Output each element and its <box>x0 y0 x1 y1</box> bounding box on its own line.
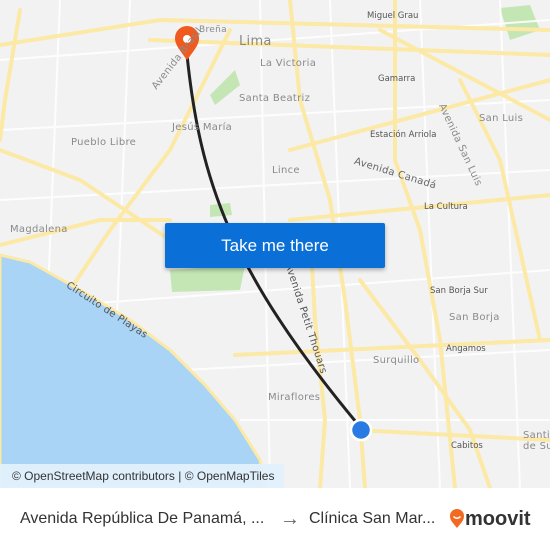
map-label: Estación Arriola <box>370 130 437 140</box>
map-attribution[interactable]: © OpenStreetMap contributors | © OpenMap… <box>0 464 285 488</box>
map-label: Cabitos <box>451 441 483 451</box>
footer: Avenida República De Panamá, ... → Clíni… <box>0 488 550 550</box>
destination-name: Clínica San Mar... <box>309 510 436 527</box>
arrow-right-icon: → <box>280 507 300 530</box>
moovit-logo[interactable]: moovit <box>449 508 531 531</box>
map-label: Miguel Grau <box>367 11 419 21</box>
park <box>210 70 240 105</box>
origin-name: Avenida República De Panamá, ... <box>20 510 265 527</box>
map-label: San Borja <box>449 312 500 323</box>
map-label: Lima <box>239 34 272 49</box>
map-label: Jesús María <box>172 122 233 133</box>
map-label: San Borja Sur <box>430 286 488 296</box>
map-label: Breña <box>199 25 227 35</box>
moovit-wordmark: moovit <box>465 507 531 530</box>
park <box>170 265 245 292</box>
map-label: Santa Beatriz <box>239 93 311 104</box>
map-label: Magdalena <box>10 224 68 235</box>
map-label: Angamos <box>446 344 486 354</box>
map-label: Pueblo Libre <box>71 137 137 148</box>
take-me-there-button[interactable]: Take me there <box>165 223 385 268</box>
map[interactable]: Miguel Grau Lima La Victoria Gamarra San… <box>0 0 550 488</box>
map-label: La Cultura <box>424 202 468 212</box>
map-label: Miraflores <box>268 392 321 403</box>
map-label: San Luis <box>479 113 524 124</box>
map-label: Gamarra <box>378 74 416 84</box>
map-label: Surquillo <box>373 355 420 366</box>
moovit-pin-icon <box>450 509 464 528</box>
map-label: Lince <box>272 165 300 176</box>
map-label: La Victoria <box>260 58 317 69</box>
origin-marker-icon <box>349 418 373 442</box>
map-label: Santiago de Surco <box>523 430 550 452</box>
